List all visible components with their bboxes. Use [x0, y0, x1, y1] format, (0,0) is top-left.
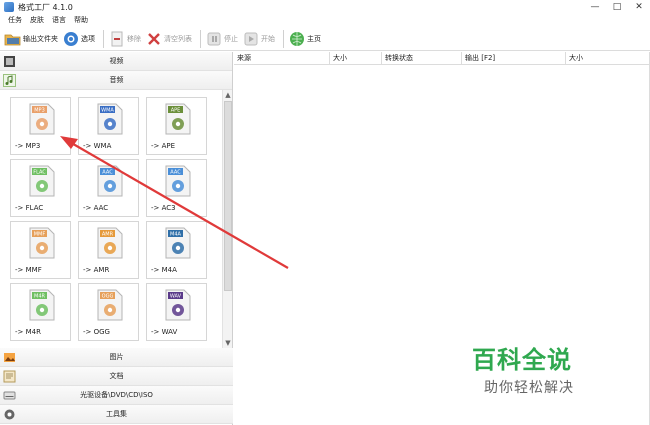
menu-bar: 任务 皮肤 语言 帮助	[0, 14, 650, 26]
task-list-header: 来源 大小 转换状态 输出 [F2] 大小	[234, 52, 650, 65]
audio-file-icon: M4R	[29, 289, 55, 321]
category-document[interactable]: 文档	[0, 367, 233, 386]
format-badge: AAC	[102, 170, 113, 176]
watermark: 百科全说 助你轻松解决	[472, 340, 612, 397]
format-label: -> FLAC	[15, 204, 44, 212]
format-badge: APE	[171, 108, 181, 114]
category-disc[interactable]: 光驱设备\DVD\CD\ISO	[0, 386, 233, 405]
scroll-up-arrow[interactable]: ▲	[223, 90, 233, 100]
remove-button[interactable]: 移除	[108, 28, 141, 50]
clear-x-icon	[145, 30, 162, 47]
column-status[interactable]: 转换状态	[382, 52, 462, 65]
audio-file-icon: M4A	[165, 227, 191, 259]
audio-file-icon: WAV	[165, 289, 191, 321]
close-button[interactable]: ✕	[628, 0, 650, 14]
audio-file-icon: APE	[165, 103, 191, 135]
title-bar: 格式工厂 4.1.0 — □ ✕	[0, 0, 650, 14]
category-picture[interactable]: 图片	[0, 348, 233, 367]
format-badge: MMF	[34, 232, 46, 238]
start-icon	[242, 30, 259, 47]
maximize-button[interactable]: □	[606, 0, 628, 14]
format-label: -> WMA	[83, 142, 112, 150]
menu-tasks[interactable]: 任务	[8, 14, 22, 26]
output-folder-button[interactable]: 输出文件夹	[4, 28, 58, 50]
audio-file-icon: OGG	[97, 289, 123, 321]
format-tile-wma[interactable]: WMA -> WMA	[78, 97, 139, 155]
column-output[interactable]: 输出 [F2]	[462, 52, 566, 65]
folder-icon	[4, 30, 21, 47]
format-panel: 视频 音频 MP3 -> MP3 WMA -> WMA APE -> APE FLAC -> …	[0, 52, 233, 425]
format-tile-mmf[interactable]: MMF -> MMF	[10, 221, 71, 279]
start-button[interactable]: 开始	[242, 28, 275, 50]
audio-file-icon: MP3	[29, 103, 55, 135]
format-label: -> WAV	[151, 328, 178, 336]
audio-file-icon: FLAC	[29, 165, 55, 197]
format-tile-aac[interactable]: AAC -> AAC	[78, 159, 139, 217]
options-gear-icon	[62, 30, 79, 47]
format-tile-m4r[interactable]: M4R -> M4R	[10, 283, 71, 341]
toolbar-separator	[200, 29, 201, 48]
format-badge: M4R	[34, 294, 45, 300]
audio-file-icon: AAC	[165, 165, 191, 197]
remove-doc-icon	[108, 30, 125, 47]
app-logo-icon	[4, 2, 14, 12]
format-scrollbar[interactable]: ▲ ▼	[222, 90, 232, 348]
scroll-down-arrow[interactable]: ▼	[223, 338, 233, 348]
format-label: -> AAC	[83, 204, 109, 212]
clear-list-button[interactable]: 清空列表	[145, 28, 192, 50]
category-tools[interactable]: 工具集	[0, 405, 233, 424]
menu-language[interactable]: 语言	[52, 14, 66, 26]
format-label: -> AC3	[151, 204, 176, 212]
home-globe-icon	[288, 30, 305, 47]
format-tile-ape[interactable]: APE -> APE	[146, 97, 207, 155]
menu-help[interactable]: 帮助	[74, 14, 88, 26]
format-badge: OGG	[102, 294, 114, 300]
scroll-thumb[interactable]	[224, 101, 232, 291]
watermark-subtitle: 助你轻松解决	[484, 380, 574, 396]
format-badge: WMA	[101, 108, 114, 114]
audio-file-icon: AMR	[97, 227, 123, 259]
category-audio[interactable]: 音频	[0, 71, 232, 90]
format-tile-mp3[interactable]: MP3 -> MP3	[10, 97, 71, 155]
format-label: -> M4R	[15, 328, 41, 336]
stop-icon	[205, 30, 222, 47]
toolbar: 输出文件夹 选项 移除 清空列表 停止 开始 主页	[0, 27, 650, 51]
toolbar-separator	[103, 29, 104, 48]
format-badge: MP3	[34, 108, 45, 114]
format-badge: AAC	[170, 170, 181, 176]
format-label: -> APE	[151, 142, 176, 150]
format-label: -> AMR	[83, 266, 110, 274]
format-tile-amr[interactable]: AMR -> AMR	[78, 221, 139, 279]
home-button[interactable]: 主页	[288, 28, 321, 50]
minimize-button[interactable]: —	[584, 0, 606, 14]
column-size[interactable]: 大小	[330, 52, 382, 65]
menu-skin[interactable]: 皮肤	[30, 14, 44, 26]
audio-file-icon: AAC	[97, 165, 123, 197]
format-tile-ogg[interactable]: OGG -> OGG	[78, 283, 139, 341]
format-tile-flac[interactable]: FLAC -> FLAC	[10, 159, 71, 217]
column-output-size[interactable]: 大小	[566, 52, 650, 65]
format-tile-m4a[interactable]: M4A -> M4A	[146, 221, 207, 279]
watermark-title: 百科全说	[472, 346, 572, 374]
audio-format-grid: MP3 -> MP3 WMA -> WMA APE -> APE FLAC -> FLAC AA…	[0, 90, 221, 348]
format-badge: AMR	[102, 232, 114, 238]
format-label: -> M4A	[151, 266, 177, 274]
format-tile-wav[interactable]: WAV -> WAV	[146, 283, 207, 341]
format-label: -> MP3	[15, 142, 41, 150]
column-source[interactable]: 来源	[234, 52, 330, 65]
format-label: -> OGG	[83, 328, 110, 336]
format-badge: FLAC	[33, 170, 46, 176]
format-tile-ac3[interactable]: AAC -> AC3	[146, 159, 207, 217]
category-video[interactable]: 视频	[0, 52, 232, 71]
format-badge: M4A	[170, 232, 181, 238]
format-label: -> MMF	[15, 266, 42, 274]
toolbar-separator	[283, 29, 284, 48]
audio-file-icon: WMA	[97, 103, 123, 135]
format-badge: WAV	[170, 294, 182, 300]
audio-file-icon: MMF	[29, 227, 55, 259]
options-button[interactable]: 选项	[62, 28, 95, 50]
stop-button[interactable]: 停止	[205, 28, 238, 50]
window-title: 格式工厂 4.1.0	[18, 3, 73, 12]
